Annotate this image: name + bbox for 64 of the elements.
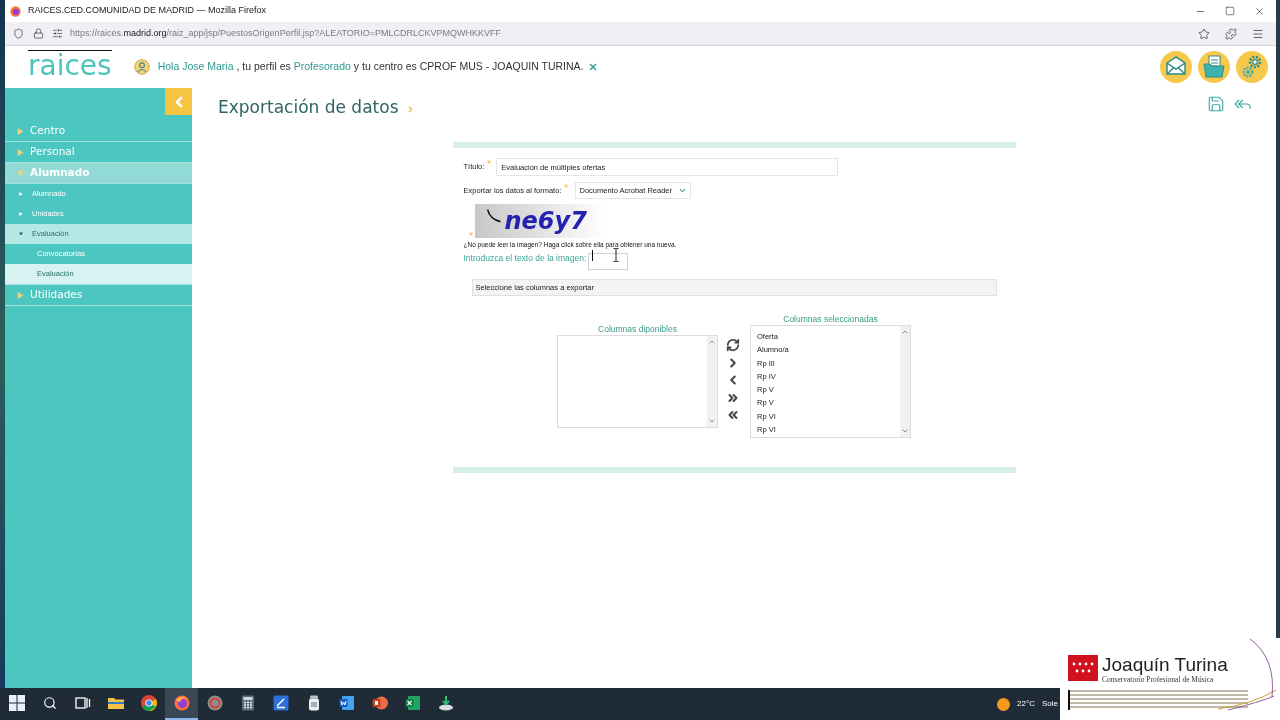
triangle-down-icon bbox=[17, 169, 24, 177]
disc-icon bbox=[206, 695, 223, 711]
overlay-title: Joaquín Turina bbox=[1102, 655, 1228, 675]
maximize-icon[interactable] bbox=[1225, 6, 1235, 16]
close-icon[interactable] bbox=[1254, 5, 1265, 17]
menu-icon[interactable] bbox=[1252, 27, 1264, 40]
music-staff-icon bbox=[1068, 688, 1278, 712]
excel-icon bbox=[404, 695, 421, 711]
firefox-icon bbox=[173, 695, 190, 711]
captcha-label: Introduzca el texto de la imagen: bbox=[463, 252, 587, 265]
address-field[interactable]: https://raices.madrid.org/raiz_app/jsp/PuestosOrigenPerfil.jsp?ALEATORIO=PMLCDRLCKVPMQWHKKVFF bbox=[70, 26, 502, 41]
weather-text: Sole bbox=[1042, 698, 1058, 710]
curve-line-icon bbox=[484, 208, 503, 224]
temperature-text: 22°C bbox=[1017, 698, 1035, 710]
task-view-icon bbox=[74, 695, 91, 711]
word-icon bbox=[338, 695, 355, 711]
scrollbar[interactable] bbox=[900, 326, 910, 437]
triangle-right-icon bbox=[17, 291, 24, 299]
calculator-icon bbox=[239, 695, 256, 711]
save-icon[interactable] bbox=[1207, 95, 1225, 113]
puzzle-icon[interactable] bbox=[1225, 27, 1237, 40]
pen-icon bbox=[272, 695, 289, 711]
document-folder-icon[interactable] bbox=[1198, 51, 1230, 83]
start-icon bbox=[8, 695, 25, 711]
lock-icon[interactable] bbox=[33, 28, 44, 39]
firefox-icon bbox=[10, 5, 21, 17]
triangle-right-icon bbox=[17, 148, 24, 156]
chevron-up-icon[interactable] bbox=[708, 338, 716, 346]
list-title: Columnas diponibles bbox=[598, 324, 677, 335]
flag-icon bbox=[1068, 655, 1098, 681]
chevron-down-icon bbox=[678, 186, 688, 195]
chevron-down-icon[interactable] bbox=[708, 417, 716, 425]
triangle-right-icon bbox=[19, 212, 23, 216]
star-icon[interactable] bbox=[1198, 27, 1210, 40]
permissions-icon[interactable] bbox=[52, 28, 63, 39]
installer-icon bbox=[437, 695, 454, 711]
text-caret-icon bbox=[592, 249, 594, 261]
triangle-down-icon bbox=[19, 232, 23, 236]
search-icon bbox=[42, 696, 57, 710]
triangle-right-icon bbox=[19, 192, 23, 196]
chrome-icon bbox=[140, 695, 157, 711]
logo: raices bbox=[28, 50, 112, 80]
greeting-text: Hola Jose Maria , tu perfil es Profesorado y tu centro es CPROF MUS - JOAQUIN TURINA. bbox=[157, 59, 584, 75]
close-icon[interactable] bbox=[588, 62, 599, 72]
powerpoint-icon bbox=[371, 695, 388, 711]
greeting-link[interactable]: Hola Jose Maria bbox=[157, 60, 234, 73]
chevron-up-icon[interactable] bbox=[901, 328, 909, 336]
greeting-link[interactable]: Profesorado bbox=[293, 60, 351, 73]
envelope-icon[interactable] bbox=[1160, 51, 1192, 83]
scrollbar[interactable] bbox=[707, 336, 717, 427]
folder-icon bbox=[107, 695, 124, 711]
gears-icon[interactable] bbox=[1236, 51, 1268, 83]
page-title: Exportación de datos bbox=[218, 96, 399, 120]
captcha-input[interactable] bbox=[588, 252, 629, 270]
chevron-down-icon[interactable] bbox=[901, 427, 909, 435]
window-title: RAICES.CED.COMUNIDAD DE MADRID — Mozilla Firefox bbox=[28, 4, 267, 18]
refresh-icon[interactable] bbox=[726, 338, 740, 352]
sun-icon bbox=[997, 697, 1011, 711]
user-icon bbox=[133, 59, 150, 75]
triangle-right-icon bbox=[17, 127, 24, 135]
double-chevron-left-icon[interactable] bbox=[726, 408, 740, 422]
list-title: Columnas seleccionadas bbox=[783, 314, 878, 325]
captcha-text: ne6y7 bbox=[504, 206, 587, 236]
shield-icon[interactable] bbox=[13, 28, 24, 39]
